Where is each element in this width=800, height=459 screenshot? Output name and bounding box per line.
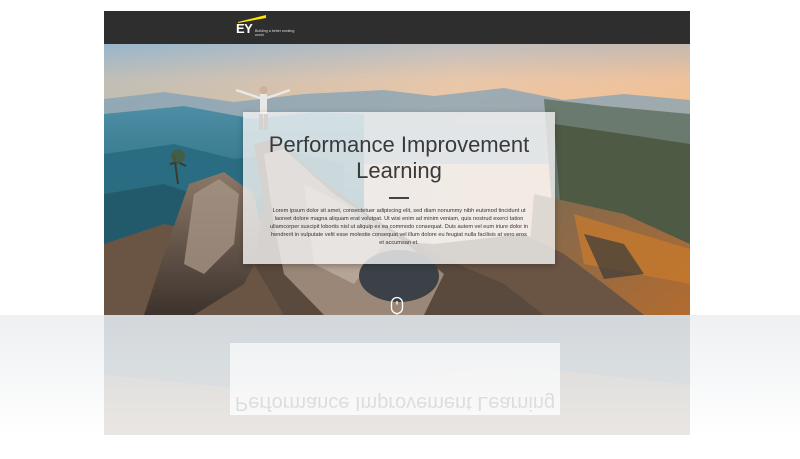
top-bar: EY Building a better working world: [104, 11, 690, 44]
title-divider: [389, 197, 409, 199]
reflection-image: Performance Improvement Learning: [104, 315, 690, 435]
reflection-card: Performance Improvement Learning: [230, 343, 560, 415]
intro-text: Lorem ipsum dolor sit amet, consectetuer…: [269, 208, 529, 246]
mouse-scroll-icon[interactable]: [390, 296, 404, 315]
reflection-title: Performance Improvement Learning: [234, 392, 556, 414]
logo-tagline: Building a better working world: [255, 29, 295, 37]
browser-viewport: EY Building a better working world Perfo…: [104, 11, 690, 315]
page-title: Performance Improvement Learning: [268, 132, 530, 183]
logo-text: EY: [236, 21, 253, 36]
hero-section: Performance Improvement Learning Lorem i…: [104, 44, 690, 315]
intro-card: Performance Improvement Learning Lorem i…: [243, 112, 555, 264]
mirror-reflection: Performance Improvement Learning: [0, 315, 800, 459]
ey-logo[interactable]: EY Building a better working world: [236, 15, 296, 41]
